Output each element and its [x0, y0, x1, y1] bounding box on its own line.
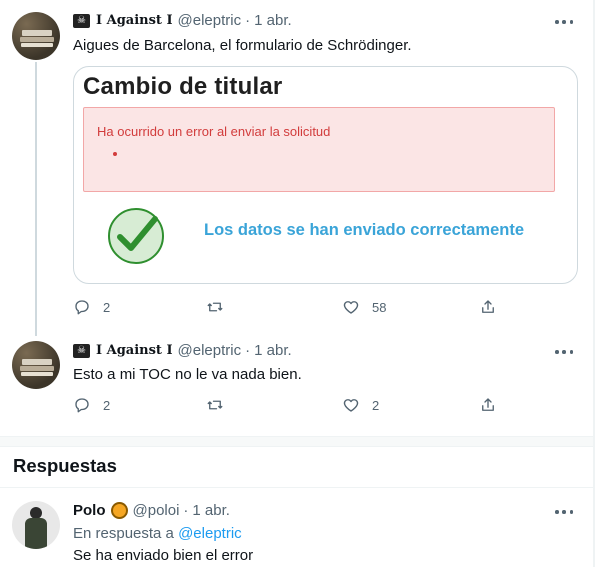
timestamp[interactable]: 1 abr. — [254, 12, 292, 29]
share-button[interactable] — [479, 298, 497, 316]
error-message: Ha ocurrido un error al enviar la solici… — [97, 124, 331, 139]
reply-tweet[interactable]: Polo @poloi · 1 abr. En respuesta a @ele… — [0, 488, 593, 567]
tweet-actions: 2 58 — [73, 298, 513, 318]
error-bullet — [113, 152, 117, 156]
like-button[interactable]: 58 — [342, 298, 386, 316]
share-icon — [482, 300, 494, 313]
like-button[interactable]: 2 — [342, 396, 379, 414]
display-name[interactable]: 𝐈 𝐀𝐠𝐚𝐢𝐧𝐬𝐭 𝐈 — [96, 343, 173, 358]
retweet-button[interactable] — [206, 298, 236, 316]
tweet-actions: 2 2 — [73, 396, 513, 416]
handle[interactable]: @poloi — [133, 502, 180, 519]
tweet-1[interactable]: ☠ 𝐈 𝐀𝐠𝐚𝐢𝐧𝐬𝐭 𝐈 @eleptric · 1 abr. Aigues … — [0, 0, 593, 336]
display-name[interactable]: Polo — [73, 502, 106, 519]
flag-icon: ☠ — [73, 343, 90, 358]
handle[interactable]: @eleptric — [178, 342, 242, 359]
tweet-text: Esto a mi TOC no le va nada bien. — [73, 366, 302, 383]
reply-icon — [75, 398, 89, 413]
like-count: 58 — [372, 299, 387, 315]
reply-button[interactable]: 2 — [73, 396, 110, 414]
tweet-header: ☠ 𝐈 𝐀𝐠𝐚𝐢𝐧𝐬𝐭 𝐈 @eleptric · 1 abr. — [73, 12, 292, 29]
avatar[interactable] — [12, 501, 60, 549]
reply-context: En respuesta a @eleptric — [73, 525, 242, 542]
reply-target-link[interactable]: @eleptric — [178, 525, 242, 542]
success-message: Los datos se han enviado correctamente — [204, 221, 525, 239]
reply-count: 2 — [103, 397, 111, 413]
timestamp[interactable]: 1 abr. — [254, 342, 292, 359]
like-icon — [343, 399, 359, 412]
share-button[interactable] — [479, 396, 497, 414]
reply-icon — [75, 300, 89, 315]
reply-prefix: En respuesta a — [73, 525, 174, 542]
more-icon[interactable] — [555, 509, 573, 515]
check-icon — [108, 208, 164, 264]
section-divider — [0, 436, 593, 447]
separator-dot: · — [245, 342, 251, 359]
reply-count: 2 — [103, 299, 111, 315]
retweet-button[interactable] — [206, 396, 236, 414]
display-name[interactable]: 𝐈 𝐀𝐠𝐚𝐢𝐧𝐬𝐭 𝐈 — [96, 13, 173, 28]
tweet-header: Polo @poloi · 1 abr. — [73, 502, 230, 519]
avatar[interactable] — [12, 12, 60, 60]
more-icon[interactable] — [555, 19, 573, 25]
like-icon — [343, 301, 359, 314]
handle[interactable]: @eleptric — [178, 12, 242, 29]
tweet-header: ☠ 𝐈 𝐀𝐠𝐚𝐢𝐧𝐬𝐭 𝐈 @eleptric · 1 abr. — [73, 342, 292, 359]
more-icon[interactable] — [555, 349, 573, 355]
tweet-text: Aigues de Barcelona, el formulario de Sc… — [73, 37, 412, 54]
tweet-2[interactable]: ☠ 𝐈 𝐀𝐠𝐚𝐢𝐧𝐬𝐭 𝐈 @eleptric · 1 abr. Esto a … — [0, 336, 593, 436]
separator-dot: · — [245, 12, 251, 29]
timestamp[interactable]: 1 abr. — [192, 502, 230, 519]
like-count: 2 — [372, 397, 380, 413]
error-box: Ha ocurrido un error al enviar la solici… — [83, 107, 555, 192]
reply-button[interactable]: 2 — [73, 298, 110, 316]
tweet-media[interactable]: Cambio de titular Ha ocurrido un error a… — [73, 66, 578, 284]
emoji-icon — [110, 502, 128, 519]
separator-dot: · — [183, 502, 189, 519]
share-icon — [482, 398, 494, 411]
tweet-text: Se ha enviado bien el error — [73, 547, 254, 564]
section-title: Respuestas — [13, 455, 117, 476]
avatar[interactable] — [12, 341, 60, 389]
retweet-icon — [207, 400, 223, 410]
flag-icon: ☠ — [73, 13, 90, 28]
media-title: Cambio de titular — [83, 73, 283, 100]
thread-line — [35, 62, 37, 336]
retweet-icon — [207, 302, 223, 312]
